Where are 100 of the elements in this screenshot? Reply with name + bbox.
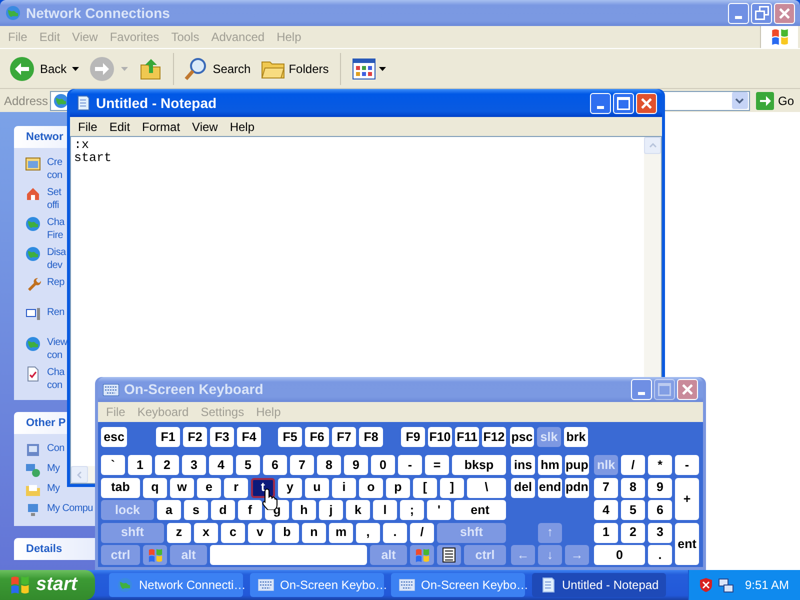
key[interactable]: F3 xyxy=(210,427,234,447)
key[interactable]: pup xyxy=(565,455,589,475)
key[interactable]: e xyxy=(197,478,221,498)
key[interactable]: n xyxy=(302,522,326,542)
key[interactable]: F8 xyxy=(359,427,383,447)
key[interactable]: 2 xyxy=(155,455,179,475)
task-link[interactable]: Disa dev xyxy=(47,246,66,272)
key[interactable]: . xyxy=(383,522,407,542)
key[interactable]: + xyxy=(675,478,699,520)
key[interactable]: 3 xyxy=(182,455,206,475)
key[interactable]: ent xyxy=(454,500,506,520)
search-button[interactable]: Search xyxy=(180,56,254,82)
key[interactable]: 1 xyxy=(594,522,618,542)
task-link[interactable]: Cha con xyxy=(47,366,64,392)
key[interactable]: esc xyxy=(101,427,127,447)
key[interactable]: psc xyxy=(510,427,534,447)
task-link[interactable]: My xyxy=(47,462,60,475)
key[interactable]: F12 xyxy=(482,427,506,447)
close-button[interactable] xyxy=(677,379,698,400)
key[interactable]: F5 xyxy=(278,427,302,447)
key[interactable]: o xyxy=(359,478,383,498)
key[interactable]: , xyxy=(356,522,380,542)
key[interactable]: F10 xyxy=(428,427,452,447)
key[interactable]: 7 xyxy=(290,455,314,475)
minimize-button[interactable] xyxy=(590,92,611,114)
key[interactable]: k xyxy=(346,500,370,520)
key[interactable]: ' xyxy=(427,500,451,520)
key[interactable]: F11 xyxy=(455,427,479,447)
key[interactable]: hm xyxy=(538,455,562,475)
key[interactable]: F4 xyxy=(237,427,261,447)
key[interactable]: 4 xyxy=(594,500,618,520)
taskbar-button[interactable]: On-Screen Keybo… xyxy=(250,573,384,597)
key[interactable]: m xyxy=(329,522,353,542)
key[interactable]: p xyxy=(386,478,410,498)
menu-key[interactable] xyxy=(437,545,461,565)
key[interactable]: end xyxy=(538,478,562,498)
task-link[interactable]: Set offi xyxy=(47,186,62,212)
key[interactable]: del xyxy=(511,478,535,498)
key[interactable]: F2 xyxy=(183,427,207,447)
key[interactable]: [ xyxy=(413,478,437,498)
taskbar-button[interactable]: On-Screen Keybo… xyxy=(391,573,525,597)
task-link[interactable]: My xyxy=(47,482,60,495)
key[interactable]: . xyxy=(648,545,672,565)
key[interactable]: j xyxy=(319,500,343,520)
key[interactable]: 9 xyxy=(648,478,672,498)
folders-button[interactable]: Folders xyxy=(258,58,332,80)
key[interactable]: 1 xyxy=(128,455,152,475)
key[interactable]: 3 xyxy=(648,522,672,542)
key[interactable]: - xyxy=(675,455,699,475)
key[interactable]: ` xyxy=(101,455,125,475)
task-link[interactable]: My Compu xyxy=(47,502,93,515)
key[interactable]: F1 xyxy=(156,427,180,447)
key[interactable]: tab xyxy=(101,478,140,498)
task-link[interactable]: Cha Fire xyxy=(47,216,64,242)
dropdown-button[interactable] xyxy=(732,92,748,109)
task-link[interactable]: Cre con xyxy=(47,156,62,182)
key[interactable]: v xyxy=(248,522,272,542)
key[interactable]: y xyxy=(278,478,302,498)
key[interactable]: / xyxy=(621,455,645,475)
key[interactable]: 2 xyxy=(621,522,645,542)
task-link[interactable]: Con xyxy=(47,442,64,455)
key[interactable]: = xyxy=(425,455,449,475)
key[interactable]: f xyxy=(238,500,262,520)
key[interactable]: ] xyxy=(440,478,464,498)
menu-item[interactable]: Help xyxy=(224,118,261,136)
key[interactable]: F6 xyxy=(305,427,329,447)
key[interactable]: q xyxy=(143,478,167,498)
task-link[interactable]: View con xyxy=(47,336,68,362)
menu-item[interactable]: Edit xyxy=(103,118,136,136)
key[interactable]: \ xyxy=(467,478,506,498)
back-button[interactable]: Back xyxy=(6,56,82,82)
key[interactable]: ins xyxy=(511,455,535,475)
key[interactable]: x xyxy=(194,522,218,542)
menu-item[interactable]: Format xyxy=(136,118,186,136)
key[interactable]: bksp xyxy=(452,455,506,475)
key[interactable]: pdn xyxy=(565,478,589,498)
key[interactable]: 0 xyxy=(371,455,395,475)
close-button[interactable] xyxy=(774,2,795,24)
key[interactable]: c xyxy=(221,522,245,542)
key[interactable]: ent xyxy=(675,522,699,565)
key[interactable]: l xyxy=(373,500,397,520)
minimize-button[interactable] xyxy=(728,2,749,24)
menu-item[interactable]: File xyxy=(72,118,104,136)
key[interactable]: z xyxy=(167,522,191,542)
key[interactable]: s xyxy=(184,500,208,520)
key[interactable]: i xyxy=(332,478,356,498)
key[interactable]: brk xyxy=(564,427,588,447)
key[interactable]: h xyxy=(292,500,316,520)
taskbar-button[interactable]: Untitled - Notepad xyxy=(532,573,666,597)
menu-item[interactable]: View xyxy=(186,118,224,136)
key[interactable]: b xyxy=(275,522,299,542)
start-button[interactable]: start xyxy=(0,570,95,600)
key[interactable]: * xyxy=(648,455,672,475)
close-button[interactable] xyxy=(636,92,657,114)
key[interactable]: - xyxy=(398,455,422,475)
key[interactable]: u xyxy=(305,478,329,498)
task-link[interactable]: Rep xyxy=(47,276,64,289)
task-link[interactable]: Ren xyxy=(47,306,64,319)
key[interactable]: d xyxy=(211,500,235,520)
key[interactable]: 9 xyxy=(344,455,368,475)
